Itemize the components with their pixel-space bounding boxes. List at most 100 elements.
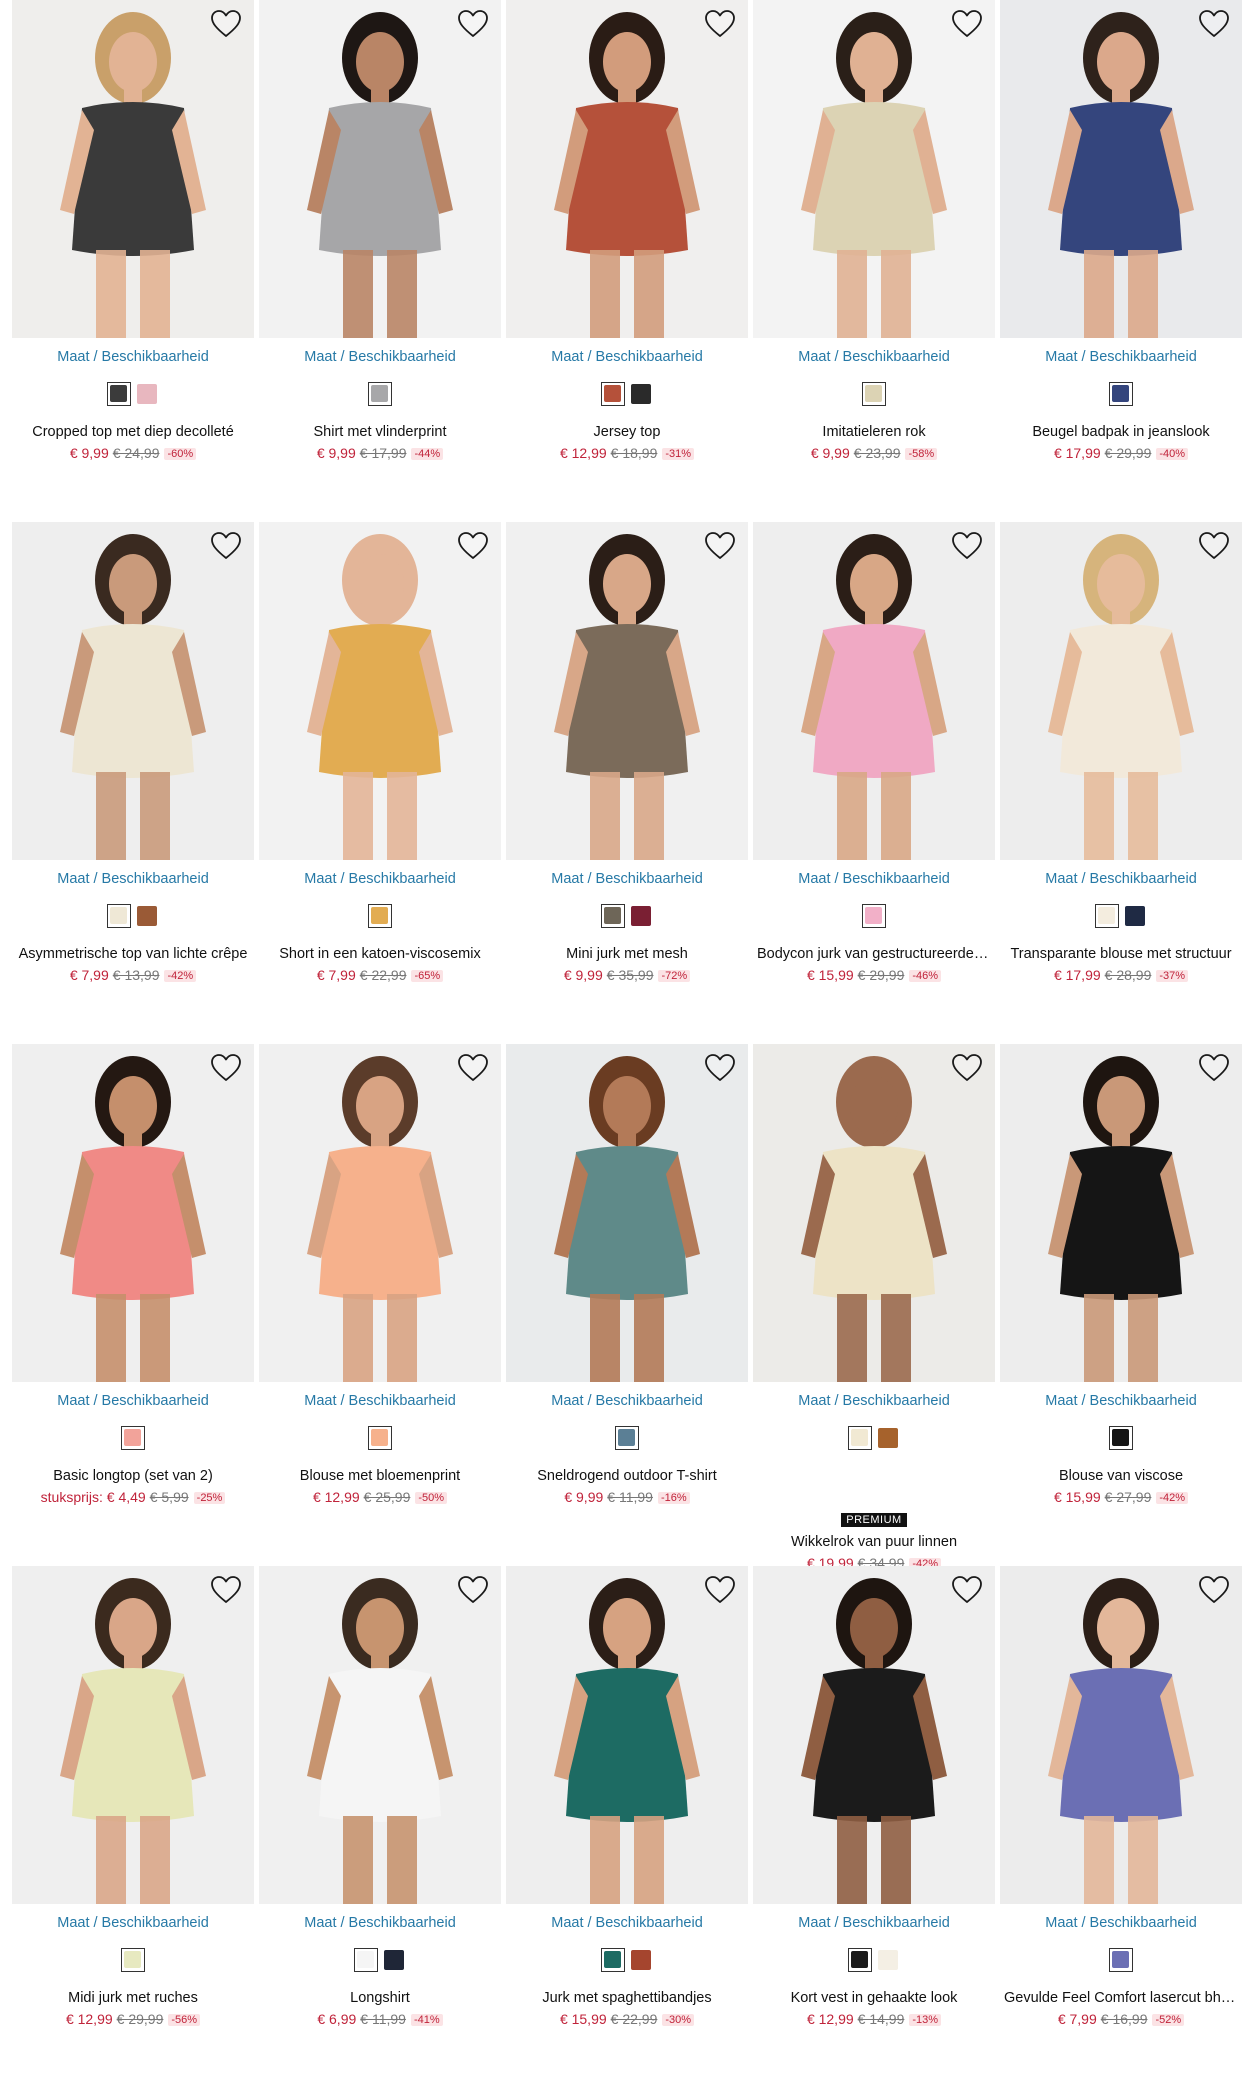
wishlist-heart-icon[interactable] [704, 531, 736, 561]
product-image-frame[interactable] [259, 0, 501, 338]
product-image[interactable] [12, 1566, 254, 1904]
product-name[interactable]: Mini jurk met mesh [510, 946, 744, 962]
product-card[interactable]: Maat / Beschikbaarheid Gevulde Feel Comfo… [1000, 1566, 1242, 2066]
product-image[interactable] [506, 1044, 748, 1382]
product-card[interactable]: Maat / Beschikbaarheid Imitatieleren rok €… [753, 0, 995, 500]
product-name[interactable]: Asymmetrische top van lichte crêpe [16, 946, 250, 962]
product-image-frame[interactable] [259, 522, 501, 860]
wishlist-heart-icon[interactable] [457, 1053, 489, 1083]
product-image[interactable] [1000, 522, 1242, 860]
product-image-frame[interactable] [506, 1044, 748, 1382]
product-name[interactable]: Imitatieleren rok [757, 424, 991, 440]
product-image[interactable] [753, 1566, 995, 1904]
size-availability-link[interactable]: Maat / Beschikbaarheid [753, 1915, 995, 1931]
color-swatch-selected[interactable] [121, 1948, 145, 1972]
color-swatch-selected[interactable] [862, 382, 886, 406]
size-availability-link[interactable]: Maat / Beschikbaarheid [1000, 1393, 1242, 1409]
product-image-frame[interactable] [506, 1566, 748, 1904]
color-swatch-selected[interactable] [368, 1426, 392, 1450]
product-image[interactable] [753, 522, 995, 860]
product-image-frame[interactable] [506, 522, 748, 860]
wishlist-heart-icon[interactable] [210, 9, 242, 39]
size-availability-link[interactable]: Maat / Beschikbaarheid [753, 871, 995, 887]
product-card[interactable]: Maat / Beschikbaarheid Blouse met bloemen… [259, 1044, 501, 1544]
product-name[interactable]: Jurk met spaghettibandjes [510, 1990, 744, 2006]
size-availability-link[interactable]: Maat / Beschikbaarheid [12, 1393, 254, 1409]
color-swatch-selected[interactable] [1109, 1948, 1133, 1972]
color-swatch-selected[interactable] [601, 1948, 625, 1972]
color-swatch[interactable] [629, 904, 653, 928]
wishlist-heart-icon[interactable] [210, 531, 242, 561]
size-availability-link[interactable]: Maat / Beschikbaarheid [506, 1393, 748, 1409]
product-name[interactable]: Kort vest in gehaakte look [757, 1990, 991, 2006]
product-name[interactable]: Beugel badpak in jeanslook [1004, 424, 1238, 440]
product-card[interactable]: Maat / Beschikbaarheid Jurk met spaghetti… [506, 1566, 748, 2066]
product-name[interactable]: Gevulde Feel Comfort lasercut bh zonder … [1004, 1990, 1238, 2006]
color-swatch-selected[interactable] [107, 904, 131, 928]
product-image[interactable] [753, 0, 995, 338]
color-swatch-selected[interactable] [848, 1426, 872, 1450]
color-swatch-selected[interactable] [615, 1426, 639, 1450]
product-card[interactable]: Maat / Beschikbaarheid Jersey top € 12,99 €… [506, 0, 748, 500]
product-image[interactable] [12, 0, 254, 338]
size-availability-link[interactable]: Maat / Beschikbaarheid [259, 1393, 501, 1409]
color-swatch-selected[interactable] [368, 382, 392, 406]
color-swatch-selected[interactable] [368, 904, 392, 928]
product-image[interactable] [259, 0, 501, 338]
wishlist-heart-icon[interactable] [951, 531, 983, 561]
product-image-frame[interactable] [259, 1044, 501, 1382]
product-card[interactable]: Maat / Beschikbaarheid Beugel badpak in j… [1000, 0, 1242, 500]
wishlist-heart-icon[interactable] [704, 1575, 736, 1605]
wishlist-heart-icon[interactable] [951, 9, 983, 39]
size-availability-link[interactable]: Maat / Beschikbaarheid [12, 871, 254, 887]
product-name[interactable]: Wikkelrok van puur linnen [757, 1534, 991, 1550]
wishlist-heart-icon[interactable] [951, 1575, 983, 1605]
product-image[interactable] [753, 1044, 995, 1382]
product-card[interactable]: Maat / Beschikbaarheid Shirt met vlinderp… [259, 0, 501, 500]
wishlist-heart-icon[interactable] [457, 9, 489, 39]
size-availability-link[interactable]: Maat / Beschikbaarheid [753, 349, 995, 365]
product-card[interactable]: Maat / Beschikbaarheid Basic longtop (set… [12, 1044, 254, 1544]
product-image-frame[interactable] [753, 1044, 995, 1382]
color-swatch[interactable] [876, 1426, 900, 1450]
product-name[interactable]: Shirt met vlinderprint [263, 424, 497, 440]
product-name[interactable]: Cropped top met diep decolleté [16, 424, 250, 440]
size-availability-link[interactable]: Maat / Beschikbaarheid [1000, 349, 1242, 365]
product-card[interactable]: Maat / Beschikbaarheid Transparante blous… [1000, 522, 1242, 1022]
product-name[interactable]: Longshirt [263, 1990, 497, 2006]
color-swatch-selected[interactable] [1095, 904, 1119, 928]
wishlist-heart-icon[interactable] [457, 1575, 489, 1605]
color-swatch-selected[interactable] [601, 382, 625, 406]
color-swatch-selected[interactable] [1109, 1426, 1133, 1450]
wishlist-heart-icon[interactable] [704, 9, 736, 39]
product-image[interactable] [12, 522, 254, 860]
color-swatch-selected[interactable] [1109, 382, 1133, 406]
color-swatch[interactable] [135, 904, 159, 928]
color-swatch-selected[interactable] [862, 904, 886, 928]
product-image[interactable] [1000, 1044, 1242, 1382]
size-availability-link[interactable]: Maat / Beschikbaarheid [12, 1915, 254, 1931]
wishlist-heart-icon[interactable] [1198, 1575, 1230, 1605]
product-image[interactable] [506, 1566, 748, 1904]
product-card[interactable]: Maat / Beschikbaarheid Midi jurk met ruch… [12, 1566, 254, 2066]
size-availability-link[interactable]: Maat / Beschikbaarheid [259, 871, 501, 887]
wishlist-heart-icon[interactable] [1198, 9, 1230, 39]
wishlist-heart-icon[interactable] [457, 531, 489, 561]
product-image-frame[interactable] [12, 1044, 254, 1382]
product-image-frame[interactable] [753, 1566, 995, 1904]
product-name[interactable]: Short in een katoen-viscosemix [263, 946, 497, 962]
product-card[interactable]: Maat / Beschikbaarheid Longshirt € 6,99 € 1… [259, 1566, 501, 2066]
product-image-frame[interactable] [753, 0, 995, 338]
product-image[interactable] [506, 0, 748, 338]
product-card[interactable]: Maat / Beschikbaarheid Cropped top met di… [12, 0, 254, 500]
product-image-frame[interactable] [259, 1566, 501, 1904]
product-name[interactable]: Transparante blouse met structuur [1004, 946, 1238, 962]
color-swatch-selected[interactable] [354, 1948, 378, 1972]
product-image[interactable] [1000, 0, 1242, 338]
product-name[interactable]: Bodycon jurk van gestructureerde stof [757, 946, 991, 962]
size-availability-link[interactable]: Maat / Beschikbaarheid [506, 349, 748, 365]
size-availability-link[interactable]: Maat / Beschikbaarheid [1000, 1915, 1242, 1931]
product-image-frame[interactable] [12, 1566, 254, 1904]
wishlist-heart-icon[interactable] [1198, 1053, 1230, 1083]
color-swatch[interactable] [135, 382, 159, 406]
